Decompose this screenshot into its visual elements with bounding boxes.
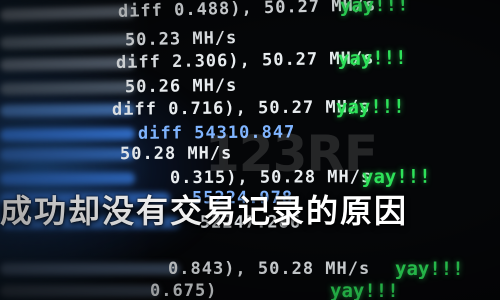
overlay-caption: 成功却没有交易记录的原因	[0, 192, 409, 230]
blurred-prefix	[0, 56, 136, 71]
blurred-prefix	[0, 81, 136, 95]
blurred-prefix	[0, 172, 136, 185]
log-line-12: 0.675) yay!!!	[0, 280, 500, 300]
success-status: yay!!!	[330, 280, 399, 300]
log-line-11: 0.843), 50.28 MH/s yay!!!	[0, 258, 500, 280]
success-status: yay!!!	[335, 95, 405, 119]
hashrate-text: diff 2.306), 50.27 MH/s	[115, 48, 375, 73]
blurred-prefix	[0, 263, 180, 275]
blurred-prefix	[0, 5, 136, 21]
hashrate-text: 0.843), 50.28 MH/s	[168, 259, 371, 279]
hashrate-text: diff 0.716), 50.27 MH/s	[111, 97, 371, 120]
hashrate-text: 50.26 MH/s	[124, 75, 238, 98]
blurred-prefix	[0, 34, 136, 49]
success-status: yay!!!	[339, 0, 409, 18]
hashrate-text: 0.675)	[150, 281, 218, 300]
success-status: yay!!!	[395, 258, 464, 280]
hashrate-text: 50.23 MH/s	[124, 28, 238, 51]
blurred-prefix	[0, 148, 136, 161]
terminal-screen: diff 0.488), 50.27 MH/s yay!!! 50.23 MH/…	[0, 0, 500, 300]
blurred-prefix	[0, 285, 160, 297]
hashrate-text: diff 0.488), 50.27 MH/s	[117, 0, 377, 22]
success-status: yay!!!	[337, 46, 407, 71]
log-line-5: diff 0.716), 50.27 MH/s yay!!!	[0, 95, 500, 122]
watermark: 123RF	[205, 125, 378, 183]
blurred-prefix	[0, 127, 136, 141]
